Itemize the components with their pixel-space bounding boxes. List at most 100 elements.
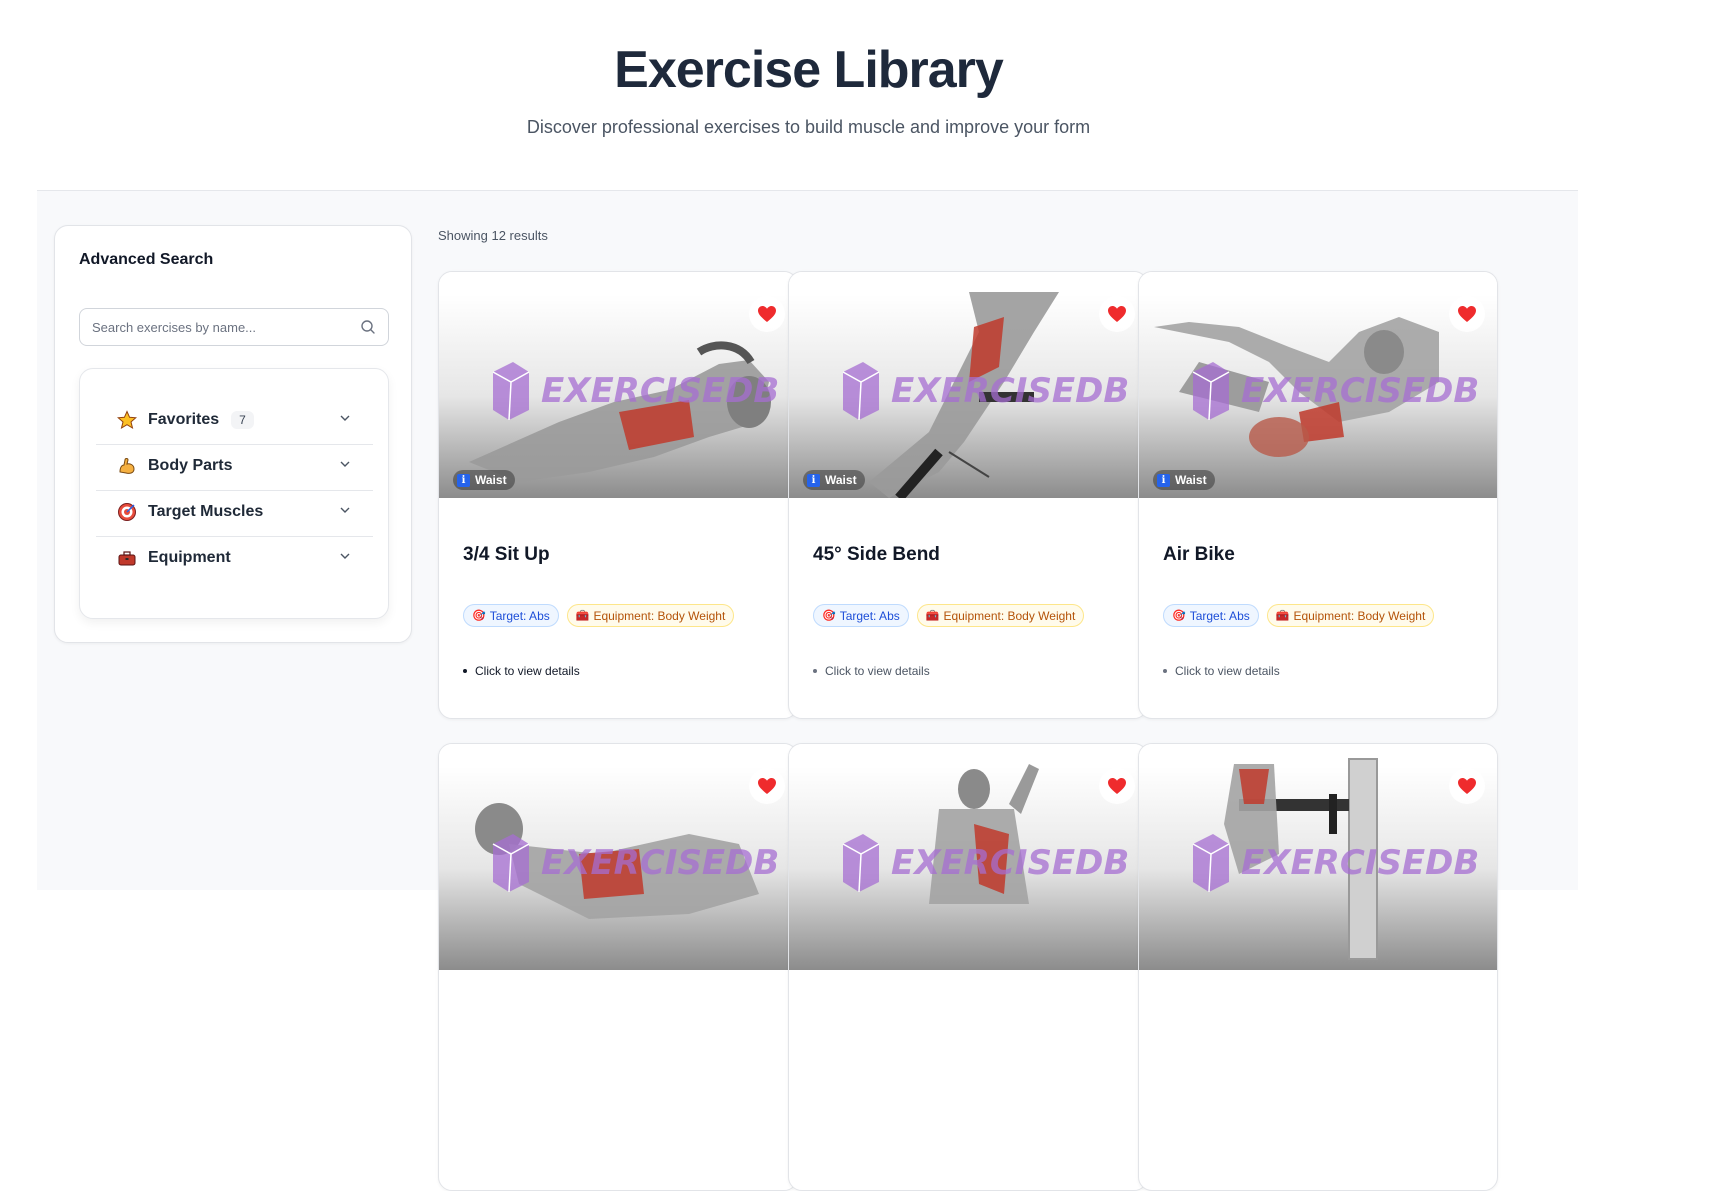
heart-icon [758,778,776,794]
chevron-down-icon [340,415,350,421]
target-tag-label: Target: Abs [1189,608,1250,623]
view-details-link[interactable]: Click to view details [1163,664,1280,678]
view-details-label: Click to view details [475,664,580,678]
exercise-card[interactable]: EXERCISEDB [438,743,798,1191]
filter-body-parts-label: Body Parts [148,456,233,474]
target-tag: 🎯 Target: Abs [463,604,559,627]
page-subtitle: Discover professional exercises to build… [526,117,1091,137]
main-content: Advanced Search Favorites 7 Body [37,190,1578,1191]
equipment-tag: 🧰 Equipment: Body Weight [1266,604,1435,627]
search-input[interactable] [80,309,340,345]
info-icon: i [457,473,470,487]
exercise-image: EXERCISEDB i Waist [789,272,1147,498]
filter-target-muscles-label: Target Muscles [148,502,264,520]
filter-equipment[interactable]: Equipment [96,533,373,583]
chevron-down-icon [340,461,350,467]
exercisedb-watermark: EXERCISEDB [841,360,1129,422]
target-tag: 🎯 Target: Abs [1163,604,1259,627]
equipment-tag-label: Equipment: Body Weight [593,608,726,623]
watermark-text: EXERCISEDB [541,371,780,411]
bodypart-tag: i Waist [803,470,865,490]
target-icon: 🎯 [1172,610,1186,622]
watermark-logo-icon [492,362,530,421]
filter-equipment-label: Equipment [148,549,231,566]
info-icon: i [1157,473,1170,487]
advanced-search-panel: Advanced Search Favorites 7 Body [54,225,412,643]
exercise-card[interactable]: EXERCISEDB i Waist 3/4 Sit Up 🎯 Target: A… [438,271,798,719]
exercise-name: 3/4 Sit Up [463,544,550,565]
exercise-card[interactable]: EXERCISEDB i Waist 45° Side Bend 🎯 Target… [788,271,1148,719]
chevron-down-icon [340,553,350,559]
advanced-search-title: Advanced Search [79,251,214,268]
toolbox-icon: 🧰 [575,610,590,622]
view-details-label: Click to view details [825,664,930,678]
chevron-down-icon [340,507,350,513]
heart-icon [1458,778,1476,794]
exercisedb-watermark: EXERCISEDB [491,832,779,894]
toolbox-icon: 🧰 [925,610,940,622]
watermark-logo-icon [492,834,530,893]
favorite-button[interactable] [749,768,785,804]
search-icon[interactable] [360,319,376,335]
watermark-logo-icon [1192,834,1230,893]
favorites-count-badge: 7 [231,410,254,429]
target-tag-label: Target: Abs [839,608,900,623]
exercise-name: Air Bike [1163,544,1235,565]
heart-icon [758,306,776,322]
bullet-dot [813,669,817,673]
exercise-card[interactable]: EXERCISEDB i Waist Air Bike 🎯 Target: Abs… [1138,271,1498,719]
equipment-tag: 🧰 Equipment: Body Weight [916,604,1085,627]
favorite-button[interactable] [1449,768,1485,804]
filter-favorites[interactable]: Favorites 7 [96,395,373,445]
watermark-text: EXERCISEDB [891,843,1130,883]
equipment-tag: 🧰 Equipment: Body Weight [566,604,735,627]
heart-icon [1108,778,1126,794]
exercise-image: EXERCISEDB [789,744,1147,970]
bodypart-label: Waist [825,473,857,487]
favorite-button[interactable] [749,296,785,332]
search-box [79,308,389,346]
filter-favorites-label: Favorites [148,410,220,428]
filter-body-parts[interactable]: Body Parts [96,441,373,491]
exercise-image: EXERCISEDB i Waist [1139,272,1497,498]
watermark-text: EXERCISEDB [1241,371,1480,411]
exercise-image: EXERCISEDB [439,744,797,970]
page-title: Exercise Library [614,41,1004,99]
favorite-button[interactable] [1449,296,1485,332]
exercise-image: EXERCISEDB i Waist [439,272,797,498]
target-icon: 🎯 [822,610,836,622]
view-details-link[interactable]: Click to view details [463,664,580,678]
toolbox-icon [116,547,138,569]
favorite-button[interactable] [1099,296,1135,332]
filter-target-muscles[interactable]: Target Muscles [96,487,373,537]
exercise-tags: 🎯 Target: Abs 🧰 Equipment: Body Weight [813,604,1085,627]
exercise-image: EXERCISEDB [1139,744,1497,970]
watermark-logo-icon [842,362,880,421]
exercisedb-watermark: EXERCISEDB [1191,360,1479,422]
exercise-name: 45° Side Bend [813,544,940,565]
info-icon: i [807,473,820,487]
equipment-tag-label: Equipment: Body Weight [1293,608,1426,623]
exercisedb-watermark: EXERCISEDB [491,360,779,422]
watermark-logo-icon [842,834,880,893]
watermark-text: EXERCISEDB [541,843,780,883]
heart-icon [1108,306,1126,322]
toolbox-icon: 🧰 [1275,610,1290,622]
exercisedb-watermark: EXERCISEDB [841,832,1129,894]
view-details-link[interactable]: Click to view details [813,664,930,678]
target-tag-label: Target: Abs [489,608,550,623]
exercisedb-watermark: EXERCISEDB [1191,832,1479,894]
target-icon [116,501,138,523]
watermark-text: EXERCISEDB [891,371,1130,411]
exercise-card[interactable]: EXERCISEDB [788,743,1148,1191]
star-icon [116,409,138,431]
exercise-tags: 🎯 Target: Abs 🧰 Equipment: Body Weight [1163,604,1435,627]
target-icon: 🎯 [472,610,486,622]
target-tag: 🎯 Target: Abs [813,604,909,627]
filter-accordion: Favorites 7 Body Parts Target Muscles Eq… [79,368,389,619]
heart-icon [1458,306,1476,322]
favorite-button[interactable] [1099,768,1135,804]
watermark-text: EXERCISEDB [1241,843,1480,883]
exercise-card[interactable]: EXERCISEDB [1138,743,1498,1191]
results-count: Showing 12 results [438,228,548,243]
